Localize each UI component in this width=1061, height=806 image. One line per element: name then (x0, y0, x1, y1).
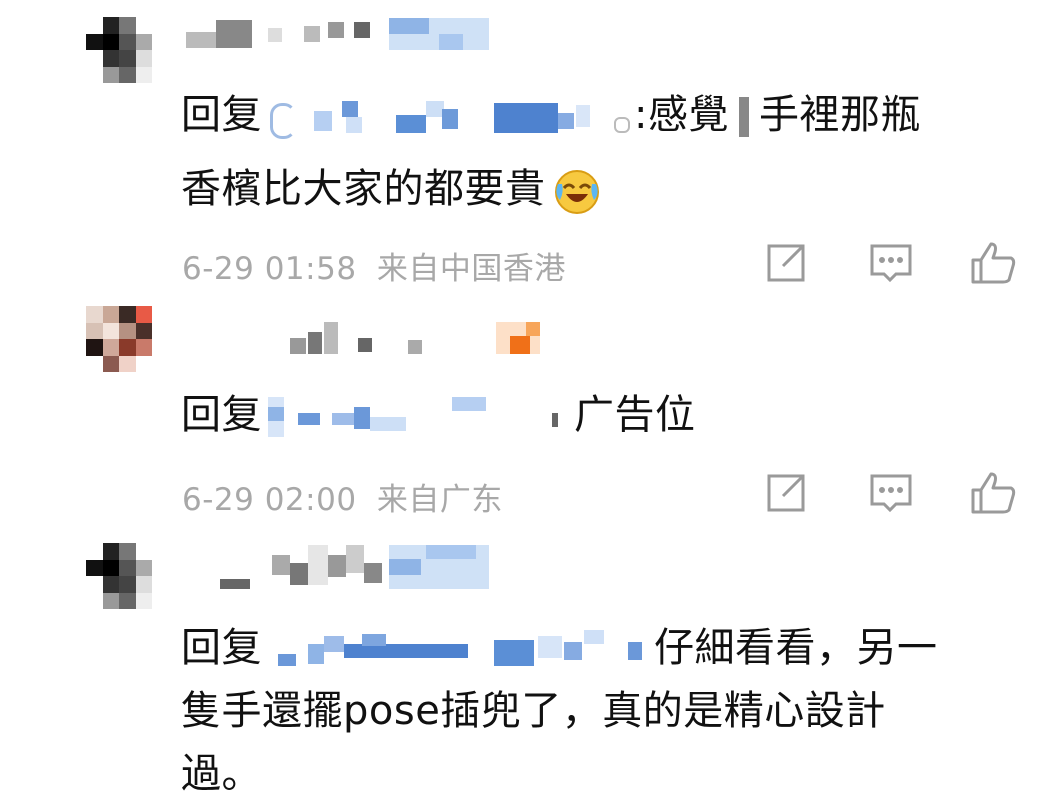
avatar[interactable] (86, 306, 152, 372)
like-button[interactable] (969, 238, 1019, 288)
comment-meta: 6-29 01:58 来自中国香港 (182, 243, 566, 288)
comment-text-line: 回复 :感覺 手裡那瓶 (181, 85, 1021, 145)
username-blurred[interactable] (186, 322, 546, 356)
reply-button[interactable] (866, 238, 916, 288)
comment-text-part: 隻手還擺pose插兜了，真的是精心設計 (181, 688, 886, 734)
comment-text-line: 香檳比大家的都要貴 (181, 159, 1021, 219)
comment-text-part: 手裡那瓶 (758, 92, 921, 138)
comment-text-part: 香檳比大家的都要貴 (181, 166, 546, 212)
thumbs-up-icon (971, 472, 1016, 514)
comment-text-part: 仔細看看，另一 (654, 625, 938, 671)
comment-text-line: 隻手還擺pose插兜了，真的是精心設計 (181, 681, 1021, 741)
comment-text-line: 回复 广告位 (181, 385, 1021, 445)
thumbs-up-icon (971, 242, 1016, 284)
username-blurred[interactable] (186, 18, 506, 52)
mentioned-username-blurred[interactable] (262, 97, 634, 139)
like-button[interactable] (969, 468, 1019, 518)
comment-text: 回复 :感覺 手裡那瓶 香檳比大家的都要貴 (181, 85, 1021, 219)
share-button[interactable] (761, 238, 811, 288)
mentioned-username-blurred[interactable] (262, 397, 574, 437)
comment-icon (870, 474, 912, 513)
comment-text: 回复 仔細看看，另一 隻手還擺pose插兜了，真的是精心設計 過。 (181, 618, 1021, 804)
reply-prefix: 回复 (181, 625, 262, 671)
share-icon (767, 474, 805, 512)
avatar[interactable] (86, 543, 152, 609)
mentioned-name-blurred[interactable] (729, 97, 759, 137)
comment-actions (761, 468, 1021, 518)
share-button[interactable] (761, 468, 811, 518)
avatar[interactable] (86, 17, 152, 83)
comment-time: 6-29 01:58 (182, 251, 357, 287)
comment-location: 来自中国香港 (376, 251, 566, 287)
comment-text-part: 广告位 (574, 392, 696, 438)
comment-time: 6-29 02:00 (182, 482, 357, 518)
comment-text-line: 回复 仔細看看，另一 (181, 618, 1021, 678)
comment-text: 回复 广告位 (181, 385, 1021, 445)
comment-meta: 6-29 02:00 来自广东 (182, 474, 503, 519)
comment-icon (870, 244, 912, 283)
reply-button[interactable] (866, 468, 916, 518)
reply-prefix: 回复 (181, 392, 262, 438)
comment-text-part: 過。 (181, 751, 262, 797)
comment-actions (761, 238, 1021, 288)
reply-prefix: 回复 (181, 92, 262, 138)
share-icon (767, 244, 805, 282)
comment-text-part: :感覺 (634, 92, 729, 138)
comment-location: 来自广东 (376, 482, 503, 518)
comment-text-line: 過。 (181, 744, 1021, 804)
laughing-crying-emoji-icon (554, 170, 599, 214)
username-blurred[interactable] (186, 545, 506, 589)
mentioned-username-blurred[interactable] (262, 630, 654, 670)
